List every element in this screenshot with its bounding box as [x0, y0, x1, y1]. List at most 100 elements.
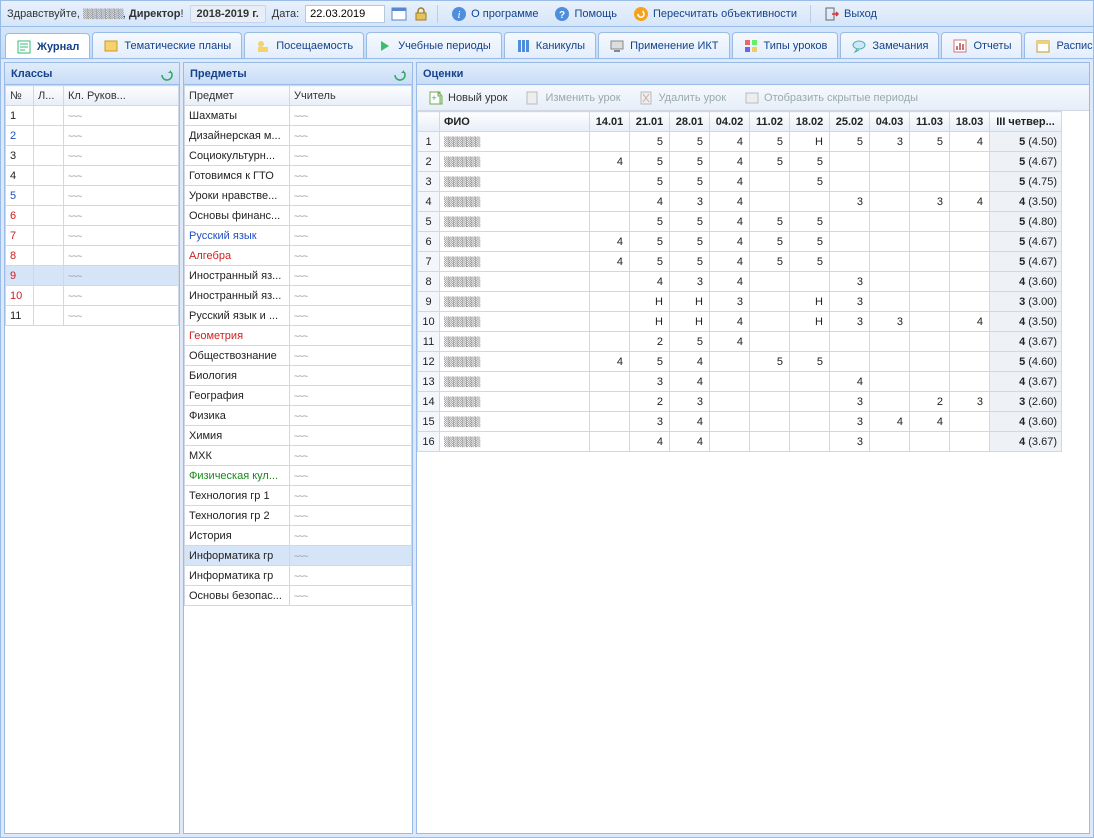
- lock-icon[interactable]: [413, 6, 429, 22]
- grade-cell[interactable]: 4: [950, 312, 990, 332]
- tab-themes[interactable]: Тематические планы: [92, 32, 242, 58]
- grade-row[interactable]: 7▒▒▒▒▒▒▒▒4554555 (4.67): [418, 252, 1062, 272]
- col-date[interactable]: 18.03: [950, 112, 990, 132]
- grade-cell[interactable]: [750, 292, 790, 312]
- grade-cell[interactable]: [950, 152, 990, 172]
- grade-cell[interactable]: [750, 332, 790, 352]
- grade-row[interactable]: 16▒▒▒▒▒▒▒▒4434 (3.67): [418, 432, 1062, 452]
- grade-cell[interactable]: 5: [670, 132, 710, 152]
- grade-row[interactable]: 15▒▒▒▒▒▒▒▒343444 (3.60): [418, 412, 1062, 432]
- grade-cell[interactable]: 5: [670, 252, 710, 272]
- col-teacher[interactable]: Учитель: [290, 86, 412, 106]
- tab-journal[interactable]: Журнал: [5, 33, 90, 59]
- grade-cell[interactable]: [950, 332, 990, 352]
- grade-cell[interactable]: 5: [670, 212, 710, 232]
- grade-cell[interactable]: [790, 332, 830, 352]
- grade-cell[interactable]: [790, 192, 830, 212]
- grade-cell[interactable]: 4: [710, 332, 750, 352]
- col-fio[interactable]: ФИО: [440, 112, 590, 132]
- grade-cell[interactable]: 4: [710, 312, 750, 332]
- subject-row[interactable]: История~~~: [185, 526, 412, 546]
- help-button[interactable]: ? Помощь: [549, 3, 622, 25]
- grade-cell[interactable]: 4: [670, 412, 710, 432]
- grade-cell[interactable]: [590, 412, 630, 432]
- grade-row[interactable]: 4▒▒▒▒▒▒▒▒4343344 (3.50): [418, 192, 1062, 212]
- grade-cell[interactable]: [710, 352, 750, 372]
- subjects-table[interactable]: Предмет Учитель Шахматы~~~Дизайнерская м…: [184, 85, 412, 606]
- grade-cell[interactable]: 5: [630, 172, 670, 192]
- grade-cell[interactable]: [910, 292, 950, 312]
- col-date[interactable]: 25.02: [830, 112, 870, 132]
- about-button[interactable]: i О программе: [446, 3, 543, 25]
- grade-cell[interactable]: [790, 392, 830, 412]
- grade-cell[interactable]: 5: [750, 352, 790, 372]
- classes-table[interactable]: № Л... Кл. Руков... 1~~~2~~~3~~~4~~~5~~~…: [5, 85, 179, 326]
- grade-cell[interactable]: 3: [710, 292, 750, 312]
- grade-cell[interactable]: [830, 232, 870, 252]
- grade-cell[interactable]: 4: [710, 252, 750, 272]
- grade-cell[interactable]: 3: [830, 392, 870, 412]
- subject-row[interactable]: Физическая кул...~~~: [185, 466, 412, 486]
- grade-cell[interactable]: [830, 172, 870, 192]
- grade-cell[interactable]: 4: [710, 132, 750, 152]
- subject-row[interactable]: Русский язык и ...~~~: [185, 306, 412, 326]
- grade-cell[interactable]: [870, 392, 910, 412]
- new-lesson-button[interactable]: + Новый урок: [423, 87, 512, 109]
- col-subject[interactable]: Предмет: [185, 86, 290, 106]
- subject-row[interactable]: Основы финанс...~~~: [185, 206, 412, 226]
- date-input[interactable]: [305, 5, 385, 23]
- tab-periods[interactable]: Учебные периоды: [366, 32, 502, 58]
- grade-row[interactable]: 6▒▒▒▒▒▒▒▒4554555 (4.67): [418, 232, 1062, 252]
- grade-cell[interactable]: 4: [630, 272, 670, 292]
- calendar-icon[interactable]: [391, 6, 407, 22]
- grade-row[interactable]: 12▒▒▒▒▒▒▒▒454555 (4.60): [418, 352, 1062, 372]
- subject-row[interactable]: Основы безопас...~~~: [185, 586, 412, 606]
- grade-cell[interactable]: [590, 212, 630, 232]
- col-date[interactable]: 14.01: [590, 112, 630, 132]
- grade-cell[interactable]: [910, 212, 950, 232]
- grade-cell[interactable]: 4: [590, 352, 630, 372]
- subject-row[interactable]: Социокультурн...~~~: [185, 146, 412, 166]
- grade-row[interactable]: 13▒▒▒▒▒▒▒▒3444 (3.67): [418, 372, 1062, 392]
- grade-cell[interactable]: 3: [670, 192, 710, 212]
- col-date[interactable]: 11.03: [910, 112, 950, 132]
- class-row[interactable]: 4~~~: [6, 166, 179, 186]
- grade-cell[interactable]: 4: [950, 132, 990, 152]
- grade-cell[interactable]: 4: [630, 432, 670, 452]
- grade-cell[interactable]: [710, 392, 750, 412]
- grade-cell[interactable]: [790, 412, 830, 432]
- grade-cell[interactable]: 5: [630, 352, 670, 372]
- grade-row[interactable]: 5▒▒▒▒▒▒▒▒554555 (4.80): [418, 212, 1062, 232]
- grade-cell[interactable]: [950, 172, 990, 192]
- subject-row[interactable]: Обществознание~~~: [185, 346, 412, 366]
- grade-cell[interactable]: [590, 272, 630, 292]
- grade-cell[interactable]: 2: [910, 392, 950, 412]
- grade-cell[interactable]: [910, 172, 950, 192]
- grade-cell[interactable]: 5: [670, 152, 710, 172]
- grade-cell[interactable]: 4: [950, 192, 990, 212]
- subject-row[interactable]: Геометрия~~~: [185, 326, 412, 346]
- subject-row[interactable]: География~~~: [185, 386, 412, 406]
- grade-row[interactable]: 11▒▒▒▒▒▒▒▒2544 (3.67): [418, 332, 1062, 352]
- grade-cell[interactable]: 5: [670, 172, 710, 192]
- grade-cell[interactable]: 3: [830, 292, 870, 312]
- tab-lesson-types[interactable]: Типы уроков: [732, 32, 839, 58]
- grade-cell[interactable]: [910, 372, 950, 392]
- grade-cell[interactable]: [830, 152, 870, 172]
- col-date[interactable]: 11.02: [750, 112, 790, 132]
- grade-cell[interactable]: 4: [670, 372, 710, 392]
- grade-cell[interactable]: [830, 352, 870, 372]
- col-date[interactable]: 04.02: [710, 112, 750, 132]
- tab-attendance[interactable]: Посещаемость: [244, 32, 364, 58]
- grade-cell[interactable]: [710, 432, 750, 452]
- tab-holidays[interactable]: Каникулы: [504, 32, 596, 58]
- grade-cell[interactable]: 3: [630, 412, 670, 432]
- grade-cell[interactable]: 3: [950, 392, 990, 412]
- grade-cell[interactable]: 4: [710, 172, 750, 192]
- class-row[interactable]: 10~~~: [6, 286, 179, 306]
- grade-cell[interactable]: 4: [590, 232, 630, 252]
- grade-cell[interactable]: [870, 152, 910, 172]
- class-row[interactable]: 6~~~: [6, 206, 179, 226]
- class-row[interactable]: 7~~~: [6, 226, 179, 246]
- subject-row[interactable]: Русский язык~~~: [185, 226, 412, 246]
